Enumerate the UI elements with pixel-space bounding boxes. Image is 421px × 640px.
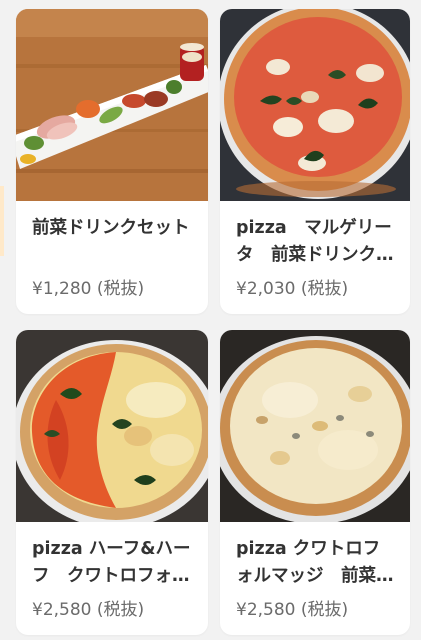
product-card-half-and-half[interactable]: pizza ハーフ&ハーフ クワトロフォルマッジ ¥2,580 (税抜) bbox=[16, 330, 208, 635]
product-info: pizza マルゲリータ 前菜ドリンクセット ¥2,030 (税抜) bbox=[220, 201, 410, 300]
side-edge-tab bbox=[0, 186, 4, 256]
pizza-margherita-image bbox=[220, 9, 410, 201]
product-info: pizza クワトロフォルマッジ 前菜ドリンクセット ¥2,580 (税抜) bbox=[220, 522, 410, 621]
product-price: ¥2,030 (税抜) bbox=[236, 279, 349, 299]
product-name: 前菜ドリンクセット bbox=[32, 218, 190, 238]
product-price: ¥1,280 (税抜) bbox=[32, 279, 145, 299]
product-price: ¥2,580 (税抜) bbox=[236, 600, 349, 620]
product-card-margherita-set[interactable]: pizza マルゲリータ 前菜ドリンクセット ¥2,030 (税抜) bbox=[220, 9, 410, 314]
product-info: 前菜ドリンクセット ¥1,280 (税抜) bbox=[16, 201, 208, 300]
product-name: pizza クワトロフォルマッジ 前菜ドリンクセット bbox=[236, 539, 394, 586]
product-card-antipasto-set[interactable]: 前菜ドリンクセット ¥1,280 (税抜) bbox=[16, 9, 208, 314]
product-name: pizza マルゲリータ 前菜ドリンクセット bbox=[236, 218, 394, 265]
antipasto-platter-image bbox=[16, 9, 208, 201]
product-card-quattro-formaggi-set[interactable]: pizza クワトロフォルマッジ 前菜ドリンクセット ¥2,580 (税抜) bbox=[220, 330, 410, 635]
pizza-quattro-formaggi-image bbox=[220, 330, 410, 522]
product-info: pizza ハーフ&ハーフ クワトロフォルマッジ ¥2,580 (税抜) bbox=[16, 522, 208, 621]
product-grid: 前菜ドリンクセット ¥1,280 (税抜) pizza マルゲリータ 前菜ドリン… bbox=[16, 9, 410, 635]
product-name: pizza ハーフ&ハーフ クワトロフォルマッジ bbox=[32, 539, 191, 586]
product-price: ¥2,580 (税抜) bbox=[32, 600, 145, 620]
pizza-half-and-half-image bbox=[16, 330, 208, 522]
